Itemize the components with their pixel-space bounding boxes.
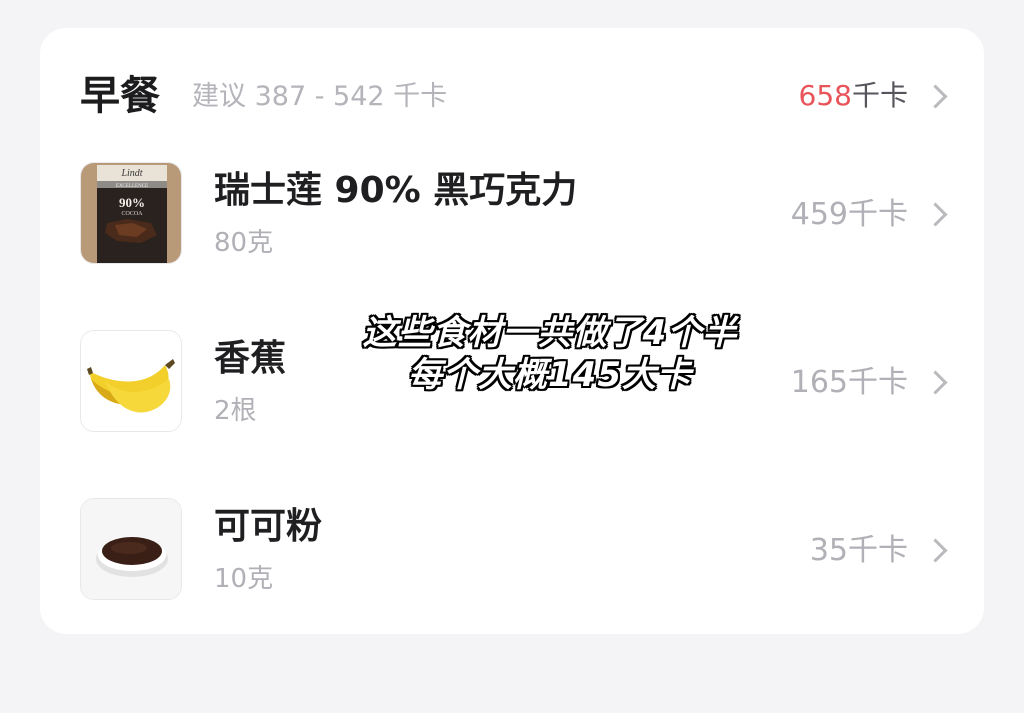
food-name: 可可粉 [214,506,323,547]
food-name: 香蕉 [214,338,287,379]
food-calories: 35千卡 [809,533,908,568]
banana-image [80,330,182,432]
chocolate-percent-text: 90% [119,195,145,210]
calorie-suggestion: 建议 387 - 542 千卡 [192,81,448,112]
food-item-cocoa-powder[interactable]: 可可粉 10克 35千卡 [40,498,984,604]
meal-title: 早餐 [80,73,160,119]
chocolate-brand-text: Lindt [120,168,142,179]
food-item-chocolate[interactable]: Lindt EXCELLENCE 90% COCOA 瑞士莲 90% 黑巧克力 … [40,162,984,268]
chevron-right-icon [923,538,948,563]
food-calories: 459千卡 [790,197,908,232]
cocoa-powder-image [80,498,182,600]
chevron-right-icon[interactable] [923,84,948,109]
caption-overlay: 这些食材一共做了4个半 每个大概145大卡 [300,312,800,396]
meal-total-value: 658 [798,79,852,112]
chocolate-image: Lindt EXCELLENCE 90% COCOA [80,162,182,264]
food-amount: 2根 [214,396,257,426]
chocolate-line-text: EXCELLENCE [116,184,148,189]
caption-line-1: 这些食材一共做了4个半 [362,313,738,353]
food-calories: 165千卡 [790,365,908,400]
food-amount: 80克 [214,228,274,258]
food-name: 瑞士莲 90% 黑巧克力 [214,170,578,211]
meal-total-unit: 千卡 [851,79,908,112]
meal-total-calories: 658千卡 [799,78,908,114]
chevron-right-icon [923,370,948,395]
chevron-right-icon [923,202,948,227]
meal-header[interactable]: 早餐 建议 387 - 542 千卡 658千卡 [40,28,984,158]
chocolate-cocoa-text: COCOA [121,211,143,217]
caption-line-2: 每个大概145大卡 [408,355,692,395]
food-amount: 10克 [214,564,274,594]
